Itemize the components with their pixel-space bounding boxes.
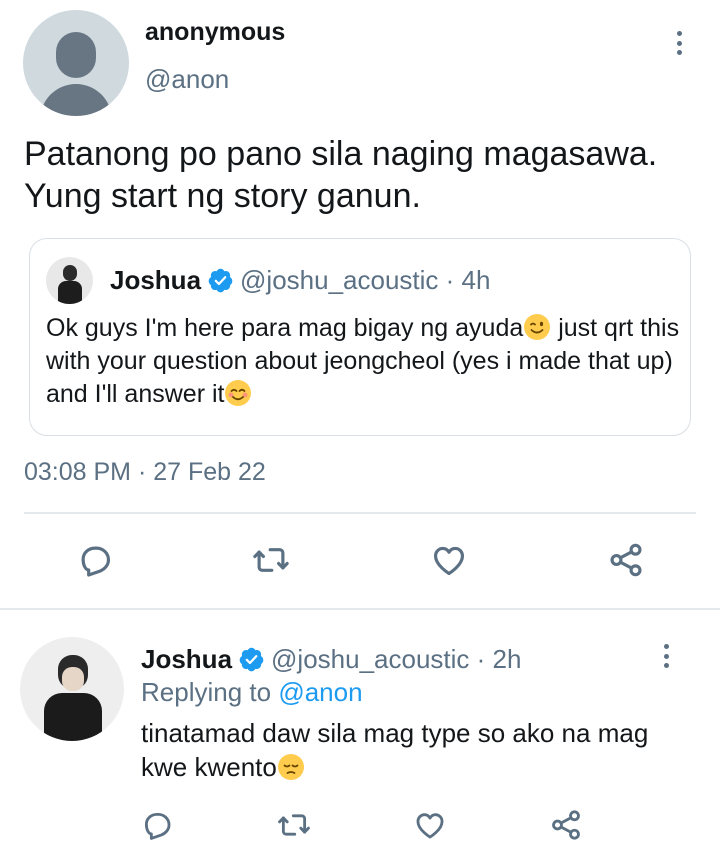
tweet-timestamp[interactable]: 03:08 PM · 27 Feb 22	[24, 458, 266, 487]
divider	[0, 608, 720, 610]
winking-face-emoji-icon	[524, 314, 551, 340]
like-button[interactable]	[428, 539, 470, 581]
author-handle[interactable]: @anon	[145, 64, 229, 95]
reply-button[interactable]	[74, 539, 116, 581]
replying-to: Replying to @anon	[141, 677, 363, 708]
reply-author-avatar[interactable]	[20, 637, 124, 741]
retweet-button[interactable]	[273, 804, 315, 846]
like-icon	[433, 546, 465, 576]
default-avatar-head-shape	[56, 32, 96, 78]
share-button[interactable]	[605, 539, 647, 581]
replying-to-label: Replying to	[141, 677, 272, 707]
quoted-text-part-1: Ok guys I'm here para mag bigay ng ayuda	[46, 314, 524, 342]
reply-text: tinatamad daw sila mag type so ako na ma…	[141, 716, 681, 784]
retweet-button[interactable]	[250, 539, 292, 581]
default-avatar-body-shape	[40, 84, 112, 116]
quoted-author-handle: @joshu_acoustic · 4h	[240, 265, 491, 295]
reply-icon	[144, 812, 171, 840]
quoted-tweet-card[interactable]: Joshua @joshu_acoustic · 4h Ok guys I'm …	[29, 238, 691, 436]
retweet-icon	[278, 814, 310, 836]
like-icon	[416, 813, 444, 839]
verified-badge-icon	[208, 268, 233, 293]
divider	[24, 512, 696, 514]
quoted-tweet-header: Joshua @joshu_acoustic · 4h	[110, 265, 490, 296]
reply-author-name[interactable]: Joshua	[141, 644, 232, 675]
pensive-face-emoji-icon	[277, 754, 304, 780]
mention-link[interactable]: @anon	[278, 677, 362, 707]
reply-author-handle[interactable]: @joshu_acoustic · 2h	[271, 644, 521, 675]
quoted-author-name: Joshua	[110, 265, 202, 295]
verified-badge-icon	[239, 647, 264, 672]
share-icon	[552, 810, 580, 840]
share-icon	[610, 543, 642, 577]
smiling-face-emoji-icon	[225, 380, 252, 406]
reply-button[interactable]	[136, 804, 178, 846]
like-button[interactable]	[409, 804, 451, 846]
reply-icon	[81, 546, 111, 577]
author-avatar[interactable]	[23, 10, 129, 116]
tweet-text: Patanong po pano sila naging magasawa. Y…	[24, 135, 658, 215]
quoted-author-avatar	[46, 257, 93, 304]
share-button[interactable]	[545, 804, 587, 846]
more-options-icon[interactable]	[652, 641, 680, 671]
retweet-icon	[253, 548, 289, 572]
reply-text-content: tinatamad daw sila mag type so ako na ma…	[141, 718, 649, 782]
author-name[interactable]: anonymous	[145, 18, 285, 47]
reply-header: Joshua @joshu_acoustic · 2h	[141, 644, 521, 675]
quoted-tweet-text: Ok guys I'm here para mag bigay ng ayuda…	[46, 312, 686, 411]
more-options-icon[interactable]	[664, 28, 694, 58]
